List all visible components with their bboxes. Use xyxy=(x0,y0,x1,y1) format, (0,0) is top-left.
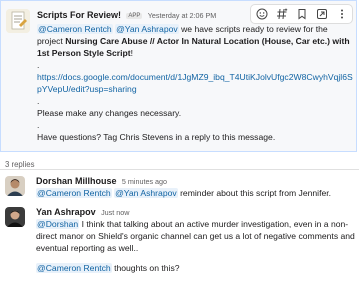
add-reaction-icon[interactable] xyxy=(254,7,269,21)
mention-yan[interactable]: @Yan Ashrapov xyxy=(114,188,178,198)
timestamp[interactable]: Just now xyxy=(101,208,129,217)
mention-cameron[interactable]: @Cameron Rentch xyxy=(36,188,112,198)
message-header: Scripts For Review! APP Yesterday at 2:0… xyxy=(37,10,216,20)
questions-text: Have questions? Tag Chris Stevens in a r… xyxy=(37,132,276,142)
message-actions-toolbar xyxy=(250,4,353,24)
mention-yan[interactable]: @Yan Ashrapov xyxy=(115,24,179,34)
separator-dot: . xyxy=(37,60,40,70)
avatar[interactable] xyxy=(5,176,25,196)
main-message[interactable]: Scripts For Review! APP Yesterday at 2:0… xyxy=(0,0,357,152)
forward-icon[interactable] xyxy=(314,7,329,21)
mention-cameron[interactable]: @Cameron Rentch xyxy=(37,24,113,34)
reply-text: I think that talking about an active mur… xyxy=(36,219,355,253)
more-icon[interactable] xyxy=(334,7,349,21)
reply-count[interactable]: 3 replies xyxy=(5,160,34,169)
intro-paragraph: @Cameron Rentch @Yan Ashrapov we have sc… xyxy=(37,23,355,59)
avatar[interactable] xyxy=(5,207,25,227)
separator-dot: . xyxy=(37,120,40,130)
app-badge: APP xyxy=(126,13,143,19)
mention-dorshan[interactable]: @Dorshan xyxy=(36,219,80,229)
reply-body: @Dorshan I think that talking about an a… xyxy=(36,218,356,274)
reply-header: Dorshan Millhouse 5 minutes ago xyxy=(36,176,167,186)
timestamp[interactable]: Yesterday at 2:06 PM xyxy=(148,11,216,20)
project-end: ! xyxy=(130,48,134,58)
separator-dot: . xyxy=(37,96,40,106)
reply-body: @Cameron Rentch @Yan Ashrapov reminder a… xyxy=(36,187,356,199)
app-avatar[interactable] xyxy=(6,9,30,33)
project-name: Nursing Care Abuse // Actor In Natural L… xyxy=(37,36,350,58)
mention-cameron[interactable]: @Cameron Rentch xyxy=(36,263,112,273)
hashtag-icon[interactable] xyxy=(274,7,289,21)
author-name[interactable]: Dorshan Millhouse xyxy=(36,176,117,186)
please-text: Please make any changes necessary. xyxy=(37,108,182,118)
replies-divider xyxy=(0,169,359,170)
script-doc-link[interactable]: https://docs.google.com/document/d/1JgMZ… xyxy=(37,72,353,94)
timestamp[interactable]: 5 minutes ago xyxy=(122,177,167,186)
message-body: @Cameron Rentch @Yan Ashrapov we have sc… xyxy=(37,23,355,143)
reply-header: Yan Ashrapov Just now xyxy=(36,207,129,217)
script-link-paragraph: https://docs.google.com/document/d/1JgMZ… xyxy=(37,71,355,95)
bookmark-icon[interactable] xyxy=(294,7,309,21)
author-name[interactable]: Yan Ashrapov xyxy=(36,207,96,217)
reply-text-2: thoughts on this? xyxy=(111,263,180,273)
author-name[interactable]: Scripts For Review! xyxy=(37,10,121,20)
reply-text: reminder about this script from Jennifer… xyxy=(177,188,332,198)
